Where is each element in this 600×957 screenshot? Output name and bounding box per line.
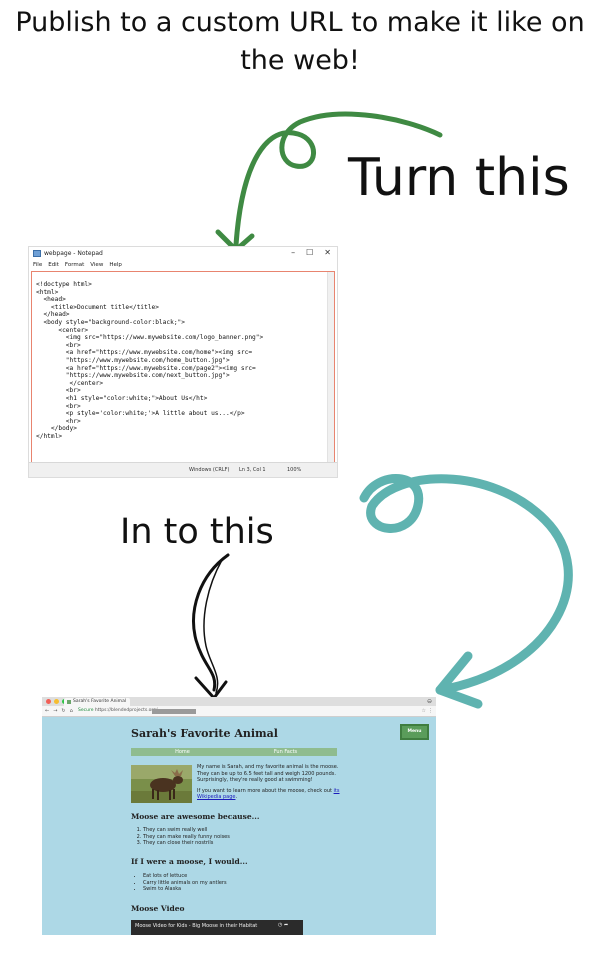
menu-edit[interactable]: Edit xyxy=(48,262,59,268)
forward-icon[interactable]: → xyxy=(53,708,57,714)
notepad-titlebar: webpage - Notepad – ☐ ✕ xyxy=(29,247,337,260)
url-redaction xyxy=(152,709,196,714)
section-heading-video: Moose Video xyxy=(131,904,185,913)
black-swirl-arrow-icon xyxy=(192,553,230,692)
code-line: <center> xyxy=(36,326,89,334)
intro-paragraph-2: If you want to learn more about the moos… xyxy=(197,787,340,801)
back-icon[interactable]: ← xyxy=(45,708,49,714)
list-item: Eat lots of lettuce xyxy=(143,873,227,880)
nav-fun-facts[interactable]: Fun Facts xyxy=(234,748,337,756)
code-line: <a href="https://www.mywebsite.com/page2… xyxy=(36,364,256,372)
turn-this-label: Turn this xyxy=(348,148,570,208)
code-line: "https://www.mywebsite.com/next_button.j… xyxy=(36,372,230,380)
notepad-editor[interactable]: <!doctype html> <html> <head> <title>Docu… xyxy=(31,271,335,463)
code-line: </html> xyxy=(36,432,63,440)
code-line: <a href="https://www.mywebsite.com/home"… xyxy=(36,349,253,357)
secure-label: Secure xyxy=(78,708,94,713)
page-title: Sarah's Favorite Animal xyxy=(131,727,278,740)
list-item: They can swim really well xyxy=(143,827,230,834)
bookmark-star-icon[interactable]: ☆ xyxy=(422,708,426,714)
close-dot-icon[interactable] xyxy=(46,699,51,704)
browser-tabbar: Sarah's Favorite Animal ⊖ xyxy=(42,697,436,706)
notepad-statusbar: Windows (CRLF) Ln 3, Col 1 100% xyxy=(29,462,337,477)
moose-photo xyxy=(131,765,192,803)
section-heading-awesome: Moose are awesome because... xyxy=(131,812,260,821)
code-line: <!doctype html> xyxy=(36,281,92,288)
into-this-label: In to this xyxy=(120,512,274,552)
code-line: <h1 style="color:white;">About Us</ht> xyxy=(36,394,208,402)
maximize-icon[interactable]: ☐ xyxy=(306,248,313,257)
black-arrowhead-icon xyxy=(194,676,228,700)
video-share-icons[interactable]: ◷ ➦ xyxy=(278,922,288,928)
favicon-icon xyxy=(67,700,71,704)
code-line: <html> xyxy=(36,288,59,296)
html-code: <!doctype html> <html> <head> <title>Docu… xyxy=(32,272,334,440)
status-position: Ln 3, Col 1 xyxy=(239,467,266,473)
url-text: https://blendedprojects.org/ xyxy=(94,708,158,713)
menu-format[interactable]: Format xyxy=(65,262,84,268)
home-icon[interactable]: ⌂ xyxy=(70,708,73,714)
notepad-menubar: File Edit Format View Help xyxy=(29,260,337,270)
reload-icon[interactable]: ↻ xyxy=(61,708,65,714)
awesome-list: They can swim really well They can make … xyxy=(131,827,230,847)
site-nav: Home Fun Facts xyxy=(131,748,337,756)
if-moose-list: Eat lots of lettuce Carry little animals… xyxy=(131,873,227,893)
video-player[interactable]: Moose Video for Kids - Big Moose in thei… xyxy=(131,920,303,935)
list-item: Carry little animals on my antlers xyxy=(143,880,227,887)
profile-icon[interactable]: ⊖ xyxy=(427,698,432,705)
code-line: <hr> xyxy=(36,417,81,425)
more-menu-icon[interactable]: ⋮ xyxy=(428,708,433,714)
list-item: They can make really funny noises xyxy=(143,834,230,841)
browser-window: Sarah's Favorite Animal ⊖ ← → ↻ ⌂ Secure… xyxy=(42,697,436,935)
notepad-window: webpage - Notepad – ☐ ✕ File Edit Format… xyxy=(28,246,338,478)
intro-text: My name is Sarah, and my favorite animal… xyxy=(197,764,347,805)
menu-file[interactable]: File xyxy=(33,262,42,268)
code-line: "https://www.mywebsite.com/home_button.j… xyxy=(36,356,230,364)
intro-paragraph-1: My name is Sarah, and my favorite animal… xyxy=(197,764,339,783)
menu-help[interactable]: Help xyxy=(109,262,122,268)
code-line: <head> xyxy=(36,296,66,304)
menu-view[interactable]: View xyxy=(90,262,103,268)
tab-title: Sarah's Favorite Animal xyxy=(73,699,127,704)
code-line: <title>Document title</title> xyxy=(36,303,159,311)
menu-button[interactable]: Menu xyxy=(400,724,429,740)
status-encoding: Windows (CRLF) xyxy=(189,467,230,473)
section-heading-if-moose: If I were a moose, I would... xyxy=(131,857,248,866)
notepad-icon xyxy=(33,250,41,257)
minimize-icon[interactable]: – xyxy=(291,248,295,257)
code-line: </center> xyxy=(36,379,104,387)
list-item: They can close their nostrils xyxy=(143,840,230,847)
code-line: <body style="background-color:black;"> xyxy=(36,318,186,326)
list-item: Swim to Alaska xyxy=(143,886,227,893)
code-line: <br> xyxy=(36,402,81,410)
video-title: Moose Video for Kids - Big Moose in thei… xyxy=(135,923,258,929)
code-line: <br> xyxy=(36,387,81,395)
close-icon[interactable]: ✕ xyxy=(324,248,331,257)
browser-tab[interactable]: Sarah's Favorite Animal xyxy=(64,698,130,706)
code-line: <br> xyxy=(36,341,81,349)
status-zoom: 100% xyxy=(287,467,302,473)
code-line: <p style='color:white;'>A little about u… xyxy=(36,410,245,418)
code-line: </body> xyxy=(36,425,77,433)
code-line: <img src="https://www.mywebsite.com/logo… xyxy=(36,334,264,342)
address-bar: ← → ↻ ⌂ Secure https://blendedprojects.o… xyxy=(42,706,436,717)
url-field[interactable]: Secure https://blendedprojects.org/ xyxy=(78,708,158,714)
notepad-title: webpage - Notepad xyxy=(44,250,103,257)
minimize-dot-icon[interactable] xyxy=(54,699,59,704)
nav-home[interactable]: Home xyxy=(131,748,234,756)
code-line: </head> xyxy=(36,311,70,319)
vertical-scrollbar[interactable] xyxy=(327,272,334,462)
